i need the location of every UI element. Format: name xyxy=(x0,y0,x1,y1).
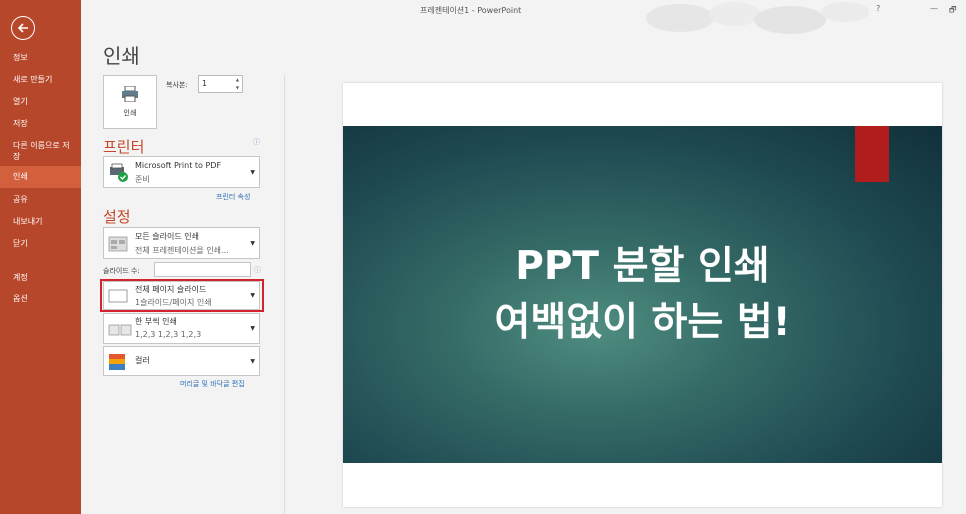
panel-divider xyxy=(284,75,285,514)
sidebar-item-save-as-wrap[interactable]: 장 xyxy=(0,151,81,162)
sidebar-item-export[interactable]: 내보내기 xyxy=(0,216,81,227)
help-button[interactable]: ? xyxy=(876,4,880,13)
minimize-button[interactable]: — xyxy=(930,4,938,13)
chevron-down-icon: ▼ xyxy=(250,240,255,247)
printer-section-title: 프린터 xyxy=(103,138,145,156)
sidebar-item-print[interactable]: 인쇄 xyxy=(0,166,81,188)
spin-up-icon[interactable]: ▲ xyxy=(236,77,239,82)
print-range-main: 모든 슬라이드 인쇄 xyxy=(135,232,199,241)
window-title: 프레젠테이션1 - PowerPoint xyxy=(420,6,522,15)
sidebar-item-account[interactable]: 계정 xyxy=(0,272,81,283)
collate-main: 한 부씩 인쇄 xyxy=(135,317,177,326)
back-arrow-icon xyxy=(17,23,28,33)
copies-label: 복사본: xyxy=(166,81,188,89)
color-dropdown[interactable]: 컬러 ▼ xyxy=(103,346,260,376)
sidebar-item-save[interactable]: 저장 xyxy=(0,118,81,129)
printer-name: Microsoft Print to PDF xyxy=(135,161,222,170)
color-main: 컬러 xyxy=(135,356,150,365)
copies-input[interactable]: 1 ▲ ▼ xyxy=(198,75,243,93)
spin-down-icon[interactable]: ▼ xyxy=(236,85,239,90)
all-slides-icon xyxy=(108,236,128,252)
slide-title-line2: 여백없이 하는 법! xyxy=(494,300,791,345)
slide-title-line1: PPT 분할 인쇄 xyxy=(515,244,770,289)
sidebar-item-save-as[interactable]: 다른 이름으로 저 xyxy=(0,140,81,151)
print-range-sub: 전체 프레젠테이션을 인쇄... xyxy=(135,246,229,255)
copies-value: 1 xyxy=(202,79,208,88)
color-icon xyxy=(109,354,125,370)
slide-accent-bar xyxy=(855,126,889,182)
printer-properties-link[interactable]: 프린터 속성 xyxy=(216,192,250,202)
print-range-dropdown[interactable]: 모든 슬라이드 인쇄 전체 프레젠테이션을 인쇄... ▼ xyxy=(103,227,260,259)
sidebar-item-options[interactable]: 옵션 xyxy=(0,293,81,304)
backstage-sidebar: 정보 새로 만들기 열기 저장 다른 이름으로 저 장 인쇄 공유 내보내기 닫… xyxy=(0,0,81,514)
slide-preview: PPT 분할 인쇄 여백없이 하는 법! xyxy=(343,126,942,463)
collate-dropdown[interactable]: 한 부씩 인쇄 1,2,3 1,2,3 1,2,3 ▼ xyxy=(103,313,260,344)
page-title: 인쇄 xyxy=(103,44,140,68)
printer-ready-icon xyxy=(110,163,128,182)
sidebar-item-close[interactable]: 닫기 xyxy=(0,238,81,249)
collate-icon xyxy=(108,324,132,336)
back-button[interactable] xyxy=(11,16,35,40)
chevron-down-icon: ▼ xyxy=(250,358,255,365)
sidebar-item-share[interactable]: 공유 xyxy=(0,194,81,205)
slides-label: 슬라이드 수: xyxy=(103,267,140,275)
highlight-box xyxy=(100,279,264,312)
sidebar-item-info[interactable]: 정보 xyxy=(0,52,81,63)
restore-button[interactable]: 🗗 xyxy=(949,4,957,18)
printer-dropdown[interactable]: Microsoft Print to PDF 준비 ▼ xyxy=(103,156,260,188)
chevron-down-icon: ▼ xyxy=(250,169,255,176)
header-footer-link[interactable]: 머리글 및 바닥글 편집 xyxy=(180,379,245,389)
printer-icon xyxy=(122,86,138,102)
printer-status: 준비 xyxy=(135,175,150,184)
slides-input[interactable] xyxy=(154,262,251,277)
sidebar-item-open[interactable]: 열기 xyxy=(0,96,81,107)
print-button[interactable]: 인쇄 xyxy=(103,75,157,129)
info-icon[interactable]: ⓘ xyxy=(253,137,260,147)
info-icon[interactable]: ⓘ xyxy=(254,265,261,275)
collate-sub: 1,2,3 1,2,3 1,2,3 xyxy=(135,330,202,339)
chevron-down-icon: ▼ xyxy=(250,325,255,332)
settings-section-title: 설정 xyxy=(103,208,131,226)
title-bar-decoration xyxy=(646,2,869,34)
print-button-label: 인쇄 xyxy=(123,109,137,117)
sidebar-item-new[interactable]: 새로 만들기 xyxy=(0,74,81,85)
